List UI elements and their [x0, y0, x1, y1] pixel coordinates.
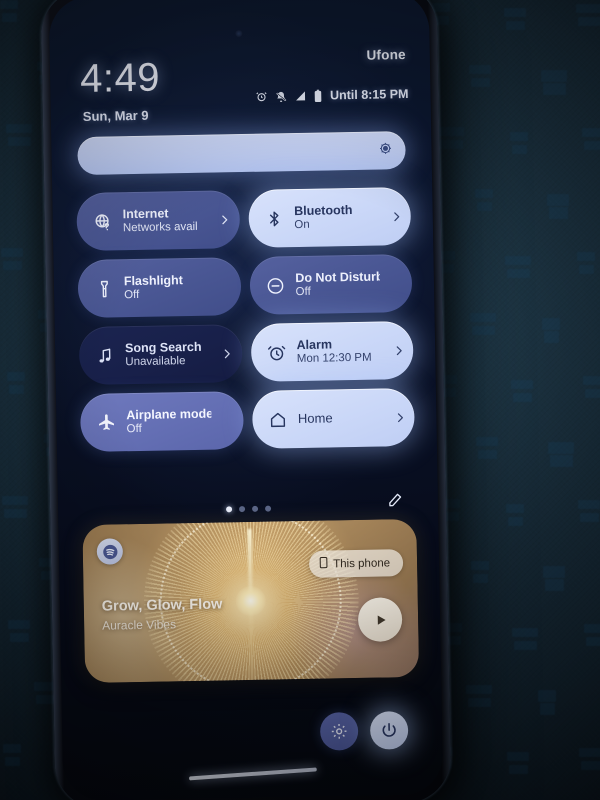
globe-question-icon: [93, 212, 113, 231]
chevron-right-icon[interactable]: [389, 210, 403, 223]
page-indicator[interactable]: [58, 497, 438, 522]
tile-label: Internet: [122, 206, 169, 222]
battery-icon: [313, 89, 322, 102]
pencil-icon[interactable]: [386, 491, 404, 514]
tile-sublabel: Mon 12:30 PM: [296, 351, 372, 365]
media-player-card[interactable]: This phone Grow, Glow, Flow Auracle Vibe…: [82, 518, 420, 683]
tile-home[interactable]: Home: [251, 387, 415, 449]
page-dot-active[interactable]: [225, 506, 232, 513]
flashlight-icon: [94, 279, 114, 298]
media-output-chip[interactable]: This phone: [308, 549, 404, 578]
tile-sublabel: Networks avail: [122, 220, 198, 234]
tile-text: Flashlight Off: [124, 273, 209, 303]
phone-device: Ufone 4:49 Sun, Mar 9 Until 8:15 PM Inte…: [40, 0, 452, 800]
phone-screen: Ufone 4:49 Sun, Mar 9 Until 8:15 PM Inte…: [48, 0, 444, 800]
chevron-right-icon[interactable]: [217, 213, 231, 226]
phone-icon: [319, 556, 328, 572]
tile-text: Alarm Mon 12:30 PM: [296, 336, 381, 366]
tile-label: Alarm: [296, 337, 333, 352]
tile-text: Bluetooth On: [294, 202, 379, 232]
media-output-label: This phone: [333, 556, 391, 570]
tile-text: Home: [298, 410, 383, 427]
tile-airplane-mode[interactable]: Airplane mode Off: [79, 391, 244, 453]
chevron-right-icon[interactable]: [392, 411, 406, 424]
tile-label: Airplane mode: [126, 406, 211, 423]
bluetooth-icon: [264, 209, 284, 228]
tile-text: Internet Networks avail: [123, 206, 208, 236]
tile-flashlight[interactable]: Flashlight Off: [77, 257, 242, 319]
tile-label: Bluetooth: [293, 202, 353, 218]
auto-brightness-icon[interactable]: [378, 141, 392, 160]
carrier-label: Ufone: [366, 47, 406, 63]
bottom-controls: [319, 711, 409, 751]
tile-label: Flashlight: [123, 272, 184, 289]
alarm-icon: [255, 91, 267, 103]
tile-text: Do Not Disturb Off: [295, 269, 380, 299]
alarm-clock-icon: [267, 343, 287, 362]
page-dot[interactable]: [264, 505, 271, 512]
tile-text: Song Search Unavailable: [125, 340, 210, 370]
front-camera-icon: [235, 30, 243, 38]
photo-scene: Ufone 4:49 Sun, Mar 9 Until 8:15 PM Inte…: [0, 0, 600, 800]
tile-bluetooth[interactable]: Bluetooth On: [247, 186, 412, 248]
tile-internet[interactable]: Internet Networks avail: [76, 190, 240, 252]
tile-do-not-disturb[interactable]: Do Not Disturb Off: [248, 253, 413, 315]
dnd-icon: [265, 276, 285, 295]
tile-sublabel: Off: [295, 285, 311, 298]
media-title: Grow, Glow, Flow: [101, 596, 223, 615]
clock-date[interactable]: Sun, Mar 9: [83, 108, 149, 124]
tile-sublabel: On: [294, 218, 310, 231]
bell-muted-icon: [274, 90, 287, 103]
tile-label: Home: [297, 410, 333, 427]
tile-sublabel: Unavailable: [125, 354, 186, 368]
battery-estimate-label: Until 8:15 PM: [329, 86, 409, 103]
chevron-right-icon[interactable]: [220, 347, 234, 360]
airplane-icon: [96, 412, 116, 432]
tile-sublabel: Off: [124, 288, 140, 301]
status-icons: Until 8:15 PM: [255, 87, 409, 104]
tile-alarm[interactable]: Alarm Mon 12:30 PM: [250, 320, 414, 382]
tile-text: Airplane mode Off: [126, 406, 211, 436]
home-gesture-bar[interactable]: [188, 767, 317, 781]
page-dot[interactable]: [238, 506, 245, 513]
media-artist: Auracle Vibes: [102, 617, 177, 633]
home-icon: [268, 410, 288, 429]
signal-bars-icon: [294, 90, 306, 102]
clock-time[interactable]: 4:49: [80, 56, 161, 101]
tile-sublabel: Off: [126, 422, 142, 435]
gear-icon[interactable]: [319, 712, 359, 751]
tile-label: Do Not Disturb: [295, 269, 380, 285]
page-dot[interactable]: [251, 505, 258, 512]
quick-settings-tiles: Internet Networks avail Bluetooth On Flashli…: [76, 186, 415, 453]
chevron-right-icon[interactable]: [391, 344, 405, 357]
music-note-icon: [95, 346, 115, 365]
tile-song-search[interactable]: Song Search Unavailable: [78, 324, 243, 386]
power-icon[interactable]: [369, 711, 409, 750]
tile-label: Song Search: [124, 339, 202, 356]
brightness-slider[interactable]: [77, 131, 406, 176]
